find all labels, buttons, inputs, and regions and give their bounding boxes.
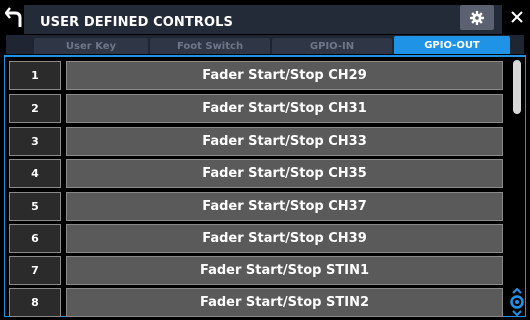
port-number-button[interactable]: 6 [9, 224, 61, 253]
function-button[interactable]: Fader Start/Stop CH29 [66, 61, 503, 90]
port-number-button[interactable]: 1 [9, 61, 61, 90]
port-number-button[interactable]: 4 [9, 159, 61, 188]
tab-foot-switch[interactable]: Foot Switch [150, 38, 270, 54]
function-button[interactable]: Fader Start/Stop STIN1 [66, 256, 503, 285]
close-button[interactable] [508, 8, 526, 26]
title-area: USER DEFINED CONTROLS [24, 5, 502, 34]
function-button[interactable]: Fader Start/Stop CH35 [66, 159, 503, 188]
port-number-button[interactable]: 3 [9, 127, 61, 156]
tab-bar: User Key Foot Switch GPIO-IN GPIO-OUT [6, 35, 524, 54]
tab-gpio-out[interactable]: GPIO-OUT [394, 36, 510, 54]
tab-user-key[interactable]: User Key [34, 38, 148, 54]
function-button[interactable]: Fader Start/Stop STIN2 [66, 288, 503, 317]
function-button[interactable]: Fader Start/Stop CH39 [66, 224, 503, 253]
scroll-updown-icon [510, 288, 524, 316]
back-arrow-icon [5, 7, 22, 27]
port-number-button[interactable]: 7 [9, 256, 61, 285]
scroll-button[interactable] [509, 288, 525, 316]
settings-button[interactable] [460, 5, 494, 30]
title-bar: USER DEFINED CONTROLS [0, 0, 530, 34]
gear-icon [470, 10, 484, 25]
scrollbar-thumb[interactable] [513, 60, 521, 114]
function-button[interactable]: Fader Start/Stop CH33 [66, 127, 503, 156]
function-button[interactable]: Fader Start/Stop CH31 [66, 94, 503, 123]
port-number-button[interactable]: 2 [9, 94, 61, 123]
tab-gpio-in[interactable]: GPIO-IN [272, 38, 392, 54]
port-number-button[interactable]: 5 [9, 192, 61, 221]
close-icon [511, 11, 523, 23]
function-button[interactable]: Fader Start/Stop CH37 [66, 192, 503, 221]
back-button[interactable] [4, 4, 24, 30]
page-title: USER DEFINED CONTROLS [40, 15, 233, 30]
port-number-button[interactable]: 8 [9, 288, 61, 317]
